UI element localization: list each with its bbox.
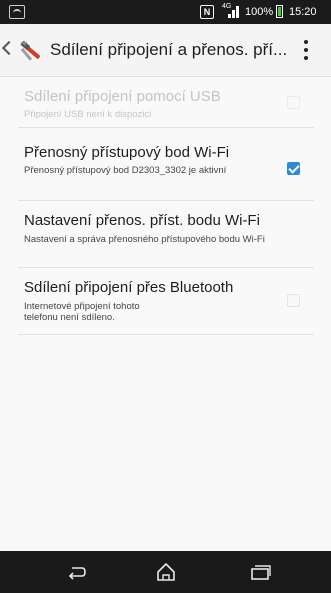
settings-list: Sdílení připojení pomocí USB Připojení U… bbox=[0, 77, 331, 551]
setting-title: Sdílení připojení pomocí USB bbox=[24, 88, 221, 105]
tools-icon[interactable] bbox=[16, 36, 44, 64]
clock: 15:20 bbox=[289, 6, 317, 18]
battery-icon bbox=[276, 5, 283, 18]
usb-tethering-checkbox bbox=[287, 96, 300, 109]
back-icon[interactable] bbox=[64, 560, 88, 584]
recent-apps-icon[interactable] bbox=[248, 560, 272, 584]
signal-icon: 4G bbox=[222, 3, 240, 18]
bluetooth-tethering-checkbox[interactable] bbox=[287, 294, 300, 307]
setting-title: Přenosný přístupový bod Wi-Fi bbox=[24, 144, 230, 161]
setting-title: Sdílení připojení přes Bluetooth bbox=[24, 279, 234, 296]
setting-subtitle: Nastavení a správa přenosného přístupové… bbox=[24, 234, 265, 245]
wifi-hotspot-checkbox[interactable] bbox=[287, 162, 300, 175]
navigation-bar bbox=[0, 551, 331, 593]
screen: N 4G 100% 15:20 Sdílení připojení a přen… bbox=[0, 0, 331, 593]
setting-hotspot-settings[interactable]: Nastavení přenos. příst. bodu Wi-Fi Nast… bbox=[18, 201, 314, 268]
setting-usb-tethering: Sdílení připojení pomocí USB Připojení U… bbox=[18, 77, 314, 128]
setting-title: Nastavení přenos. příst. bodu Wi-Fi bbox=[24, 212, 260, 229]
setting-subtitle: Internetové připojení tohoto telefonu ne… bbox=[24, 301, 140, 323]
battery-percent: 100% bbox=[245, 6, 274, 18]
setting-bluetooth-tethering[interactable]: Sdílení připojení přes Bluetooth Interne… bbox=[18, 268, 314, 335]
setting-subtitle: Přenosný přístupový bod D2303_3302 je ak… bbox=[24, 165, 227, 176]
overflow-menu-icon[interactable] bbox=[300, 38, 312, 62]
chevron-left-icon[interactable] bbox=[1, 40, 17, 56]
action-bar: Sdílení připojení a přenos. pří... bbox=[0, 24, 331, 77]
notification-icon bbox=[9, 5, 25, 19]
status-bar: N 4G 100% 15:20 bbox=[0, 0, 331, 24]
page-title: Sdílení připojení a přenos. pří... bbox=[50, 40, 288, 59]
setting-wifi-hotspot[interactable]: Přenosný přístupový bod Wi-Fi Přenosný p… bbox=[18, 128, 314, 201]
setting-subtitle: Připojení USB není k dispozici bbox=[24, 109, 152, 120]
network-type: 4G bbox=[222, 3, 232, 10]
nfc-icon: N bbox=[200, 5, 214, 19]
home-icon[interactable] bbox=[154, 560, 178, 584]
